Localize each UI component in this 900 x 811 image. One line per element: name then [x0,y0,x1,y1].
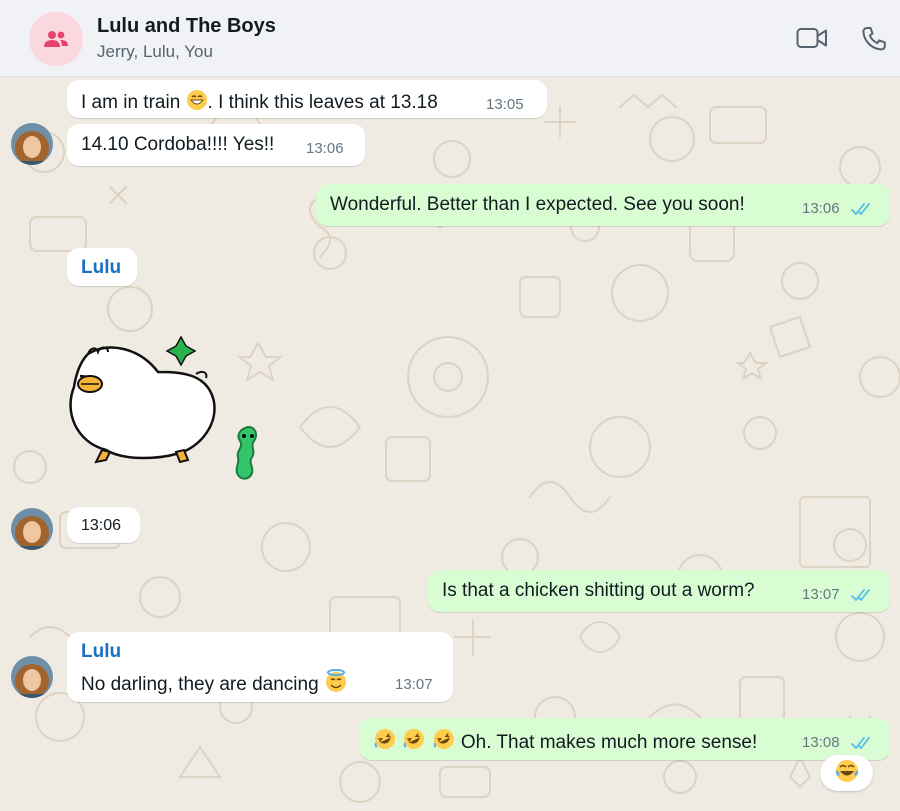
message-text: Wonderful. Better than I expected. See y… [330,194,745,215]
incoming-message[interactable]: Lulu No darling, they are dancing 13:07 [67,632,453,702]
double-check-icon [851,203,870,215]
avatar-photo [11,123,53,165]
message-time: 13:05 [486,96,524,113]
sticker-image [69,335,257,480]
message-time: 13:06 [802,200,840,217]
sender-name: Lulu [81,641,122,662]
message-time: 13:06 [81,517,122,534]
message-text: Is that a chicken shitting out a worm? [442,580,755,601]
avatar-photo [11,508,53,550]
video-camera-icon [796,28,827,48]
group-avatar[interactable] [29,12,83,66]
outgoing-message[interactable]: Oh. That makes much more sense! 13:08 [359,718,890,760]
message-time: 13:08 [802,734,840,751]
message-text: 14.10 Cordoba!!!! Yes!! [81,134,275,155]
sender-avatar[interactable] [11,656,53,698]
sender-name: Lulu [81,257,122,278]
message-reaction[interactable] [820,755,873,791]
chat-title[interactable]: Lulu and The Boys [97,15,276,38]
sender-label-bubble[interactable]: Lulu [67,248,137,286]
message-text: No darling, they are dancing [81,668,348,699]
message-time: 13:07 [802,586,840,603]
sender-avatar[interactable] [11,123,53,165]
message-list[interactable]: I am in train . I think this leaves at 1… [0,77,900,811]
video-call-button[interactable] [796,27,828,54]
incoming-message[interactable]: I am in train . I think this leaves at 1… [67,80,547,118]
message-time: 13:07 [395,676,433,693]
message-time: 13:06 [306,140,344,157]
outgoing-message[interactable]: Wonderful. Better than I expected. See y… [316,184,890,226]
sender-avatar[interactable] [11,508,53,550]
double-check-icon [851,737,870,749]
sticker-time-bubble[interactable]: 13:06 [67,507,140,543]
chat-header[interactable]: Lulu and The Boys Jerry, Lulu, You [0,0,900,77]
chat-participants[interactable]: Jerry, Lulu, You [97,42,213,62]
incoming-message[interactable]: 14.10 Cordoba!!!! Yes!! 13:06 [67,124,365,166]
phone-icon [862,27,886,51]
double-check-icon [851,589,870,601]
chicken-worm-sticker[interactable] [66,332,266,482]
grinning-face-emoji [186,89,208,117]
avatar-photo [11,656,53,698]
rofl-emoji [432,727,456,757]
group-icon [44,31,68,47]
tears-of-joy-emoji [834,758,860,789]
rofl-emoji [373,727,397,757]
rofl-emoji [402,727,426,757]
message-text: I am in train . I think this leaves at 1… [81,89,438,117]
voice-call-button[interactable] [861,26,887,57]
smiling-face-with-halo-emoji [324,668,348,699]
message-text: Oh. That makes much more sense! [373,727,757,757]
outgoing-message[interactable]: Is that a chicken shitting out a worm? 1… [428,570,890,612]
